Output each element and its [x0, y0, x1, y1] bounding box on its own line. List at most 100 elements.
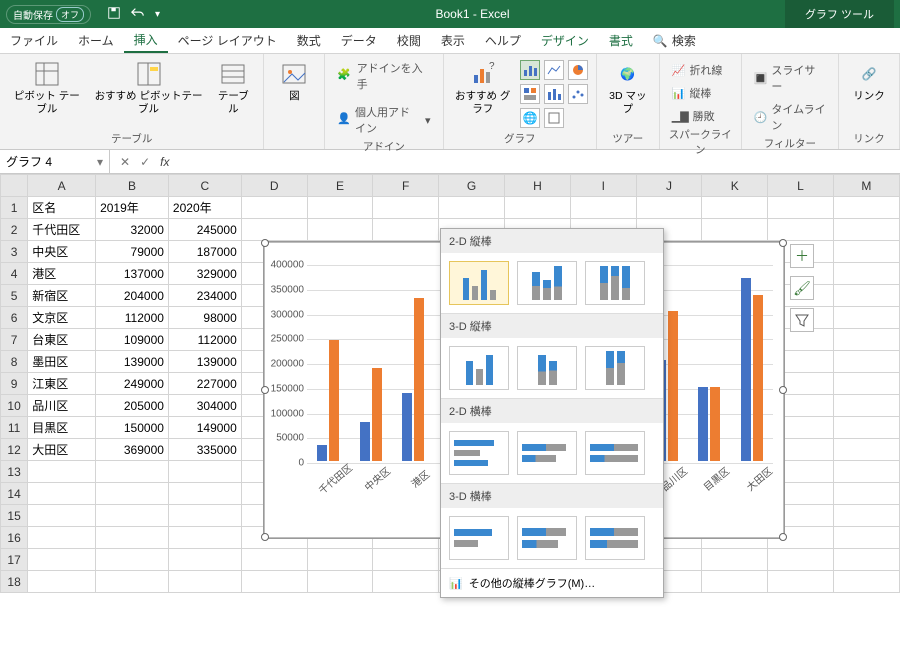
recommended-charts-button[interactable]: ?おすすめ グラフ [452, 58, 514, 117]
cell-C4[interactable]: 329000 [168, 263, 241, 285]
name-box[interactable]: グラフ 4▾ [0, 150, 110, 173]
cell-A3[interactable]: 中央区 [28, 241, 96, 263]
col-header-B[interactable]: B [96, 175, 169, 197]
cell-J1[interactable] [636, 197, 702, 219]
cell-A13[interactable] [28, 461, 96, 483]
cell-D2[interactable] [241, 219, 307, 241]
cell-A14[interactable] [28, 483, 96, 505]
cell-C10[interactable]: 304000 [168, 395, 241, 417]
col-header-F[interactable]: F [373, 175, 439, 197]
stacked100-column-3d[interactable] [585, 346, 645, 390]
cell-A7[interactable]: 台東区 [28, 329, 96, 351]
hierarchy-chart-dropdown[interactable] [520, 84, 540, 104]
cell-K17[interactable] [702, 549, 768, 571]
bar-港区-2019年[interactable] [402, 393, 412, 461]
cell-K1[interactable] [702, 197, 768, 219]
table-button[interactable]: テーブル [211, 58, 255, 117]
cell-M3[interactable] [833, 241, 899, 263]
stacked-column-3d[interactable] [517, 346, 577, 390]
cell-E18[interactable] [307, 571, 373, 593]
col-header-M[interactable]: M [833, 175, 899, 197]
clustered-column-2d[interactable] [449, 261, 509, 305]
bar-品川区-2020年[interactable] [668, 311, 678, 461]
row-header-15[interactable]: 15 [1, 505, 28, 527]
cell-A1[interactable]: 区名 [28, 197, 96, 219]
cell-C6[interactable]: 98000 [168, 307, 241, 329]
cell-C8[interactable]: 139000 [168, 351, 241, 373]
row-header-13[interactable]: 13 [1, 461, 28, 483]
stacked-bar-3d[interactable] [517, 516, 577, 560]
row-header-7[interactable]: 7 [1, 329, 28, 351]
row-header-12[interactable]: 12 [1, 439, 28, 461]
cell-A6[interactable]: 文京区 [28, 307, 96, 329]
cell-B5[interactable]: 204000 [96, 285, 169, 307]
cell-C7[interactable]: 112000 [168, 329, 241, 351]
cell-B11[interactable]: 150000 [96, 417, 169, 439]
cell-C3[interactable]: 187000 [168, 241, 241, 263]
tab-書式[interactable]: 書式 [599, 28, 643, 53]
cell-K2[interactable] [702, 219, 768, 241]
cell-A17[interactable] [28, 549, 96, 571]
row-header-2[interactable]: 2 [1, 219, 28, 241]
cell-E17[interactable] [307, 549, 373, 571]
redo-dropdown-icon[interactable]: ▾ [155, 9, 160, 20]
cell-B8[interactable]: 139000 [96, 351, 169, 373]
pivotchart-dropdown[interactable] [544, 108, 564, 128]
clustered-bar-2d[interactable] [449, 431, 509, 475]
row-header-18[interactable]: 18 [1, 571, 28, 593]
cell-M6[interactable] [833, 307, 899, 329]
cell-E1[interactable] [307, 197, 373, 219]
cell-M14[interactable] [833, 483, 899, 505]
bar-千代田区-2019年[interactable] [317, 445, 327, 461]
cell-L2[interactable] [768, 219, 834, 241]
tab-データ[interactable]: データ [331, 28, 387, 53]
stacked100-bar-2d[interactable] [585, 431, 645, 475]
chart-styles-button[interactable]: 🖌 [790, 276, 814, 300]
row-header-14[interactable]: 14 [1, 483, 28, 505]
bar-千代田区-2020年[interactable] [329, 340, 339, 461]
cell-B6[interactable]: 112000 [96, 307, 169, 329]
cell-A8[interactable]: 墨田区 [28, 351, 96, 373]
undo-icon[interactable] [131, 6, 145, 23]
row-header-4[interactable]: 4 [1, 263, 28, 285]
cell-B7[interactable]: 109000 [96, 329, 169, 351]
cell-M11[interactable] [833, 417, 899, 439]
enter-icon[interactable]: ✓ [140, 155, 150, 169]
cell-C14[interactable] [168, 483, 241, 505]
cell-A4[interactable]: 港区 [28, 263, 96, 285]
cell-B14[interactable] [96, 483, 169, 505]
cell-B15[interactable] [96, 505, 169, 527]
cell-D18[interactable] [241, 571, 307, 593]
cell-F2[interactable] [373, 219, 439, 241]
cell-B9[interactable]: 249000 [96, 373, 169, 395]
cell-B4[interactable]: 137000 [96, 263, 169, 285]
worksheet[interactable]: ABCDEFGHIJKLM1区名2019年2020年2千代田区320002450… [0, 174, 900, 650]
cell-B12[interactable]: 369000 [96, 439, 169, 461]
save-icon[interactable] [107, 6, 121, 23]
cell-C13[interactable] [168, 461, 241, 483]
cell-M9[interactable] [833, 373, 899, 395]
cell-C18[interactable] [168, 571, 241, 593]
clustered-bar-3d[interactable] [449, 516, 509, 560]
autosave-toggle[interactable]: 自動保存 オフ [6, 5, 91, 24]
row-header-3[interactable]: 3 [1, 241, 28, 263]
illustrations-button[interactable]: 図 [272, 58, 316, 105]
cell-I1[interactable] [570, 197, 636, 219]
cell-C1[interactable]: 2020年 [168, 197, 241, 219]
pie-chart-dropdown[interactable] [568, 60, 588, 80]
cell-A2[interactable]: 千代田区 [28, 219, 96, 241]
bar-中央区-2020年[interactable] [372, 368, 382, 461]
my-addins-button[interactable]: 👤個人用アドイン ▾ [333, 102, 434, 138]
search-tab[interactable]: 🔍検索 [643, 28, 706, 53]
col-header-G[interactable]: G [439, 175, 505, 197]
tab-挿入[interactable]: 挿入 [124, 28, 168, 53]
cell-K18[interactable] [702, 571, 768, 593]
tab-校閲[interactable]: 校閲 [387, 28, 431, 53]
cell-H1[interactable] [505, 197, 571, 219]
cell-B17[interactable] [96, 549, 169, 571]
cancel-icon[interactable]: ✕ [120, 155, 130, 169]
line-chart-dropdown[interactable] [544, 60, 564, 80]
cell-M5[interactable] [833, 285, 899, 307]
row-header-10[interactable]: 10 [1, 395, 28, 417]
3d-map-button[interactable]: 🌍3D マップ [605, 58, 651, 117]
